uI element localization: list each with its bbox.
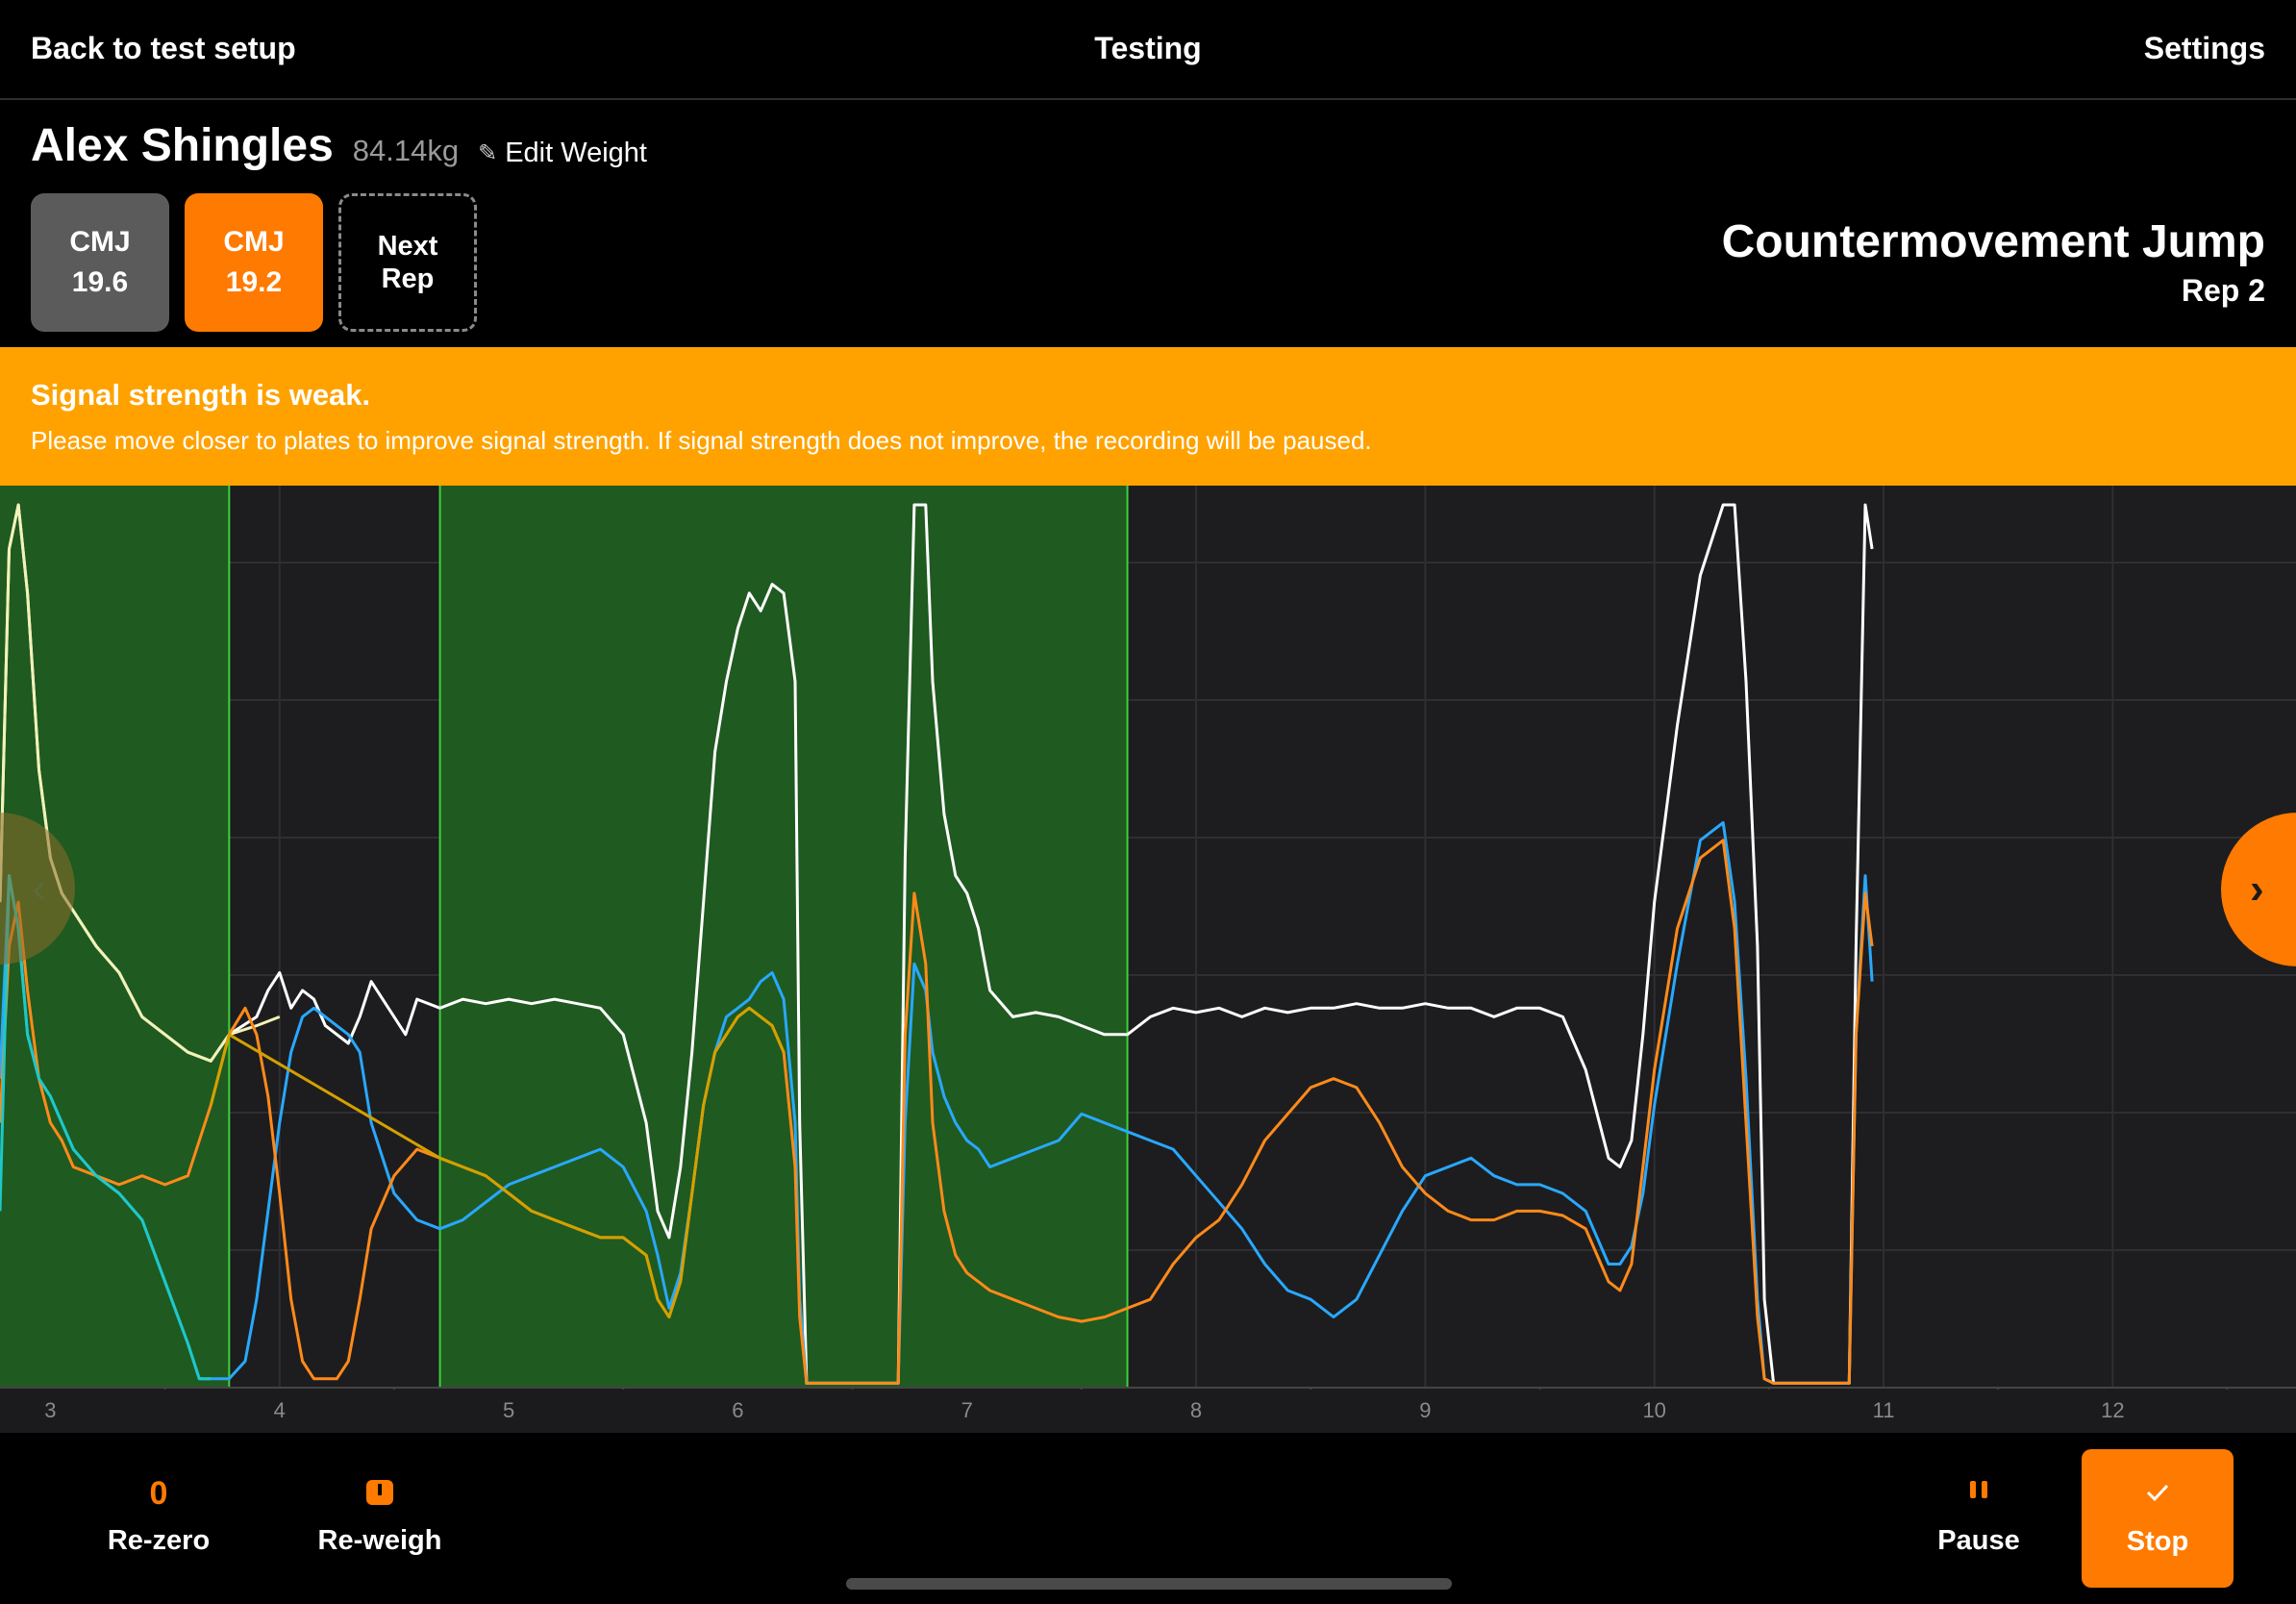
x-tick-label: 10	[1642, 1398, 1665, 1422]
chevron-right-icon: ›	[2250, 865, 2264, 913]
scale-icon	[293, 1475, 466, 1517]
rep-card-label: CMJ	[69, 226, 131, 258]
top-bar: Back to test setup Testing Settings	[0, 0, 2296, 100]
next-rep-line2: Rep	[381, 263, 435, 294]
screen-title: Testing	[1094, 31, 1202, 65]
pause-button[interactable]: Pause	[1892, 1475, 2065, 1557]
x-tick-label: 4	[274, 1398, 286, 1422]
next-rep-line1: Next	[377, 231, 438, 262]
pencil-icon: ✎	[478, 140, 498, 166]
rep-list: CMJ 19.6 CMJ 19.2 Next Rep	[31, 193, 477, 332]
home-indicator	[846, 1578, 1452, 1590]
x-tick-label: 3	[44, 1398, 56, 1422]
stop-button[interactable]: Stop	[2082, 1449, 2234, 1588]
stop-label: Stop	[2126, 1526, 2189, 1557]
zero-icon: 0	[149, 1475, 168, 1512]
force-chart-svg: 34567891011123456789101112	[0, 486, 2296, 1433]
athlete-weight: 84.14kg	[352, 134, 460, 167]
pause-icon	[1892, 1475, 2065, 1517]
rezero-button[interactable]: 0 Re-zero	[72, 1475, 245, 1557]
current-rep-label: Rep 2	[2181, 273, 2265, 308]
rep-card-2[interactable]: CMJ 19.2	[185, 193, 323, 332]
warning-body: Please move closer to plates to improve …	[31, 426, 1372, 455]
athlete-header: Alex Shingles 84.14kg ✎ Edit Weight	[31, 119, 647, 177]
x-tick-label: 5	[503, 1398, 514, 1422]
pause-label: Pause	[1937, 1525, 2020, 1556]
next-rep-button[interactable]: Next Rep	[338, 193, 477, 332]
force-chart: 34567891011123456789101112	[0, 486, 2296, 1433]
edit-weight-label: Edit Weight	[505, 138, 647, 168]
reweigh-label: Re-weigh	[317, 1525, 442, 1556]
x-tick-label: 9	[1419, 1398, 1431, 1422]
x-tick-label: 11	[1873, 1398, 1895, 1422]
rep-card-label: CMJ	[223, 226, 285, 258]
warning-title: Signal strength is weak.	[31, 378, 371, 412]
x-tick-label: 12	[2101, 1398, 2124, 1422]
athlete-name: Alex Shingles	[31, 120, 334, 171]
x-axis-strip	[0, 1390, 2296, 1433]
x-tick-label: 8	[1190, 1398, 1202, 1422]
signal-warning-banner: Signal strength is weak. Please move clo…	[0, 347, 2296, 486]
highlight-region	[439, 486, 1128, 1388]
edit-weight-button[interactable]: ✎ Edit Weight	[478, 138, 647, 169]
rezero-label: Re-zero	[107, 1525, 211, 1556]
x-tick-label: 7	[961, 1398, 973, 1422]
reweigh-button[interactable]: Re-weigh	[293, 1475, 466, 1557]
chevron-left-icon: ‹	[32, 865, 46, 912]
rep-card-1[interactable]: CMJ 19.6	[31, 193, 169, 332]
rep-card-value: 19.6	[71, 266, 129, 298]
checkmark-icon	[2082, 1478, 2234, 1520]
test-name: Countermovement Jump	[1721, 216, 2265, 267]
rep-card-value: 19.2	[225, 266, 283, 298]
settings-button[interactable]: Settings	[2144, 31, 2265, 66]
x-tick-label: 6	[732, 1398, 743, 1422]
